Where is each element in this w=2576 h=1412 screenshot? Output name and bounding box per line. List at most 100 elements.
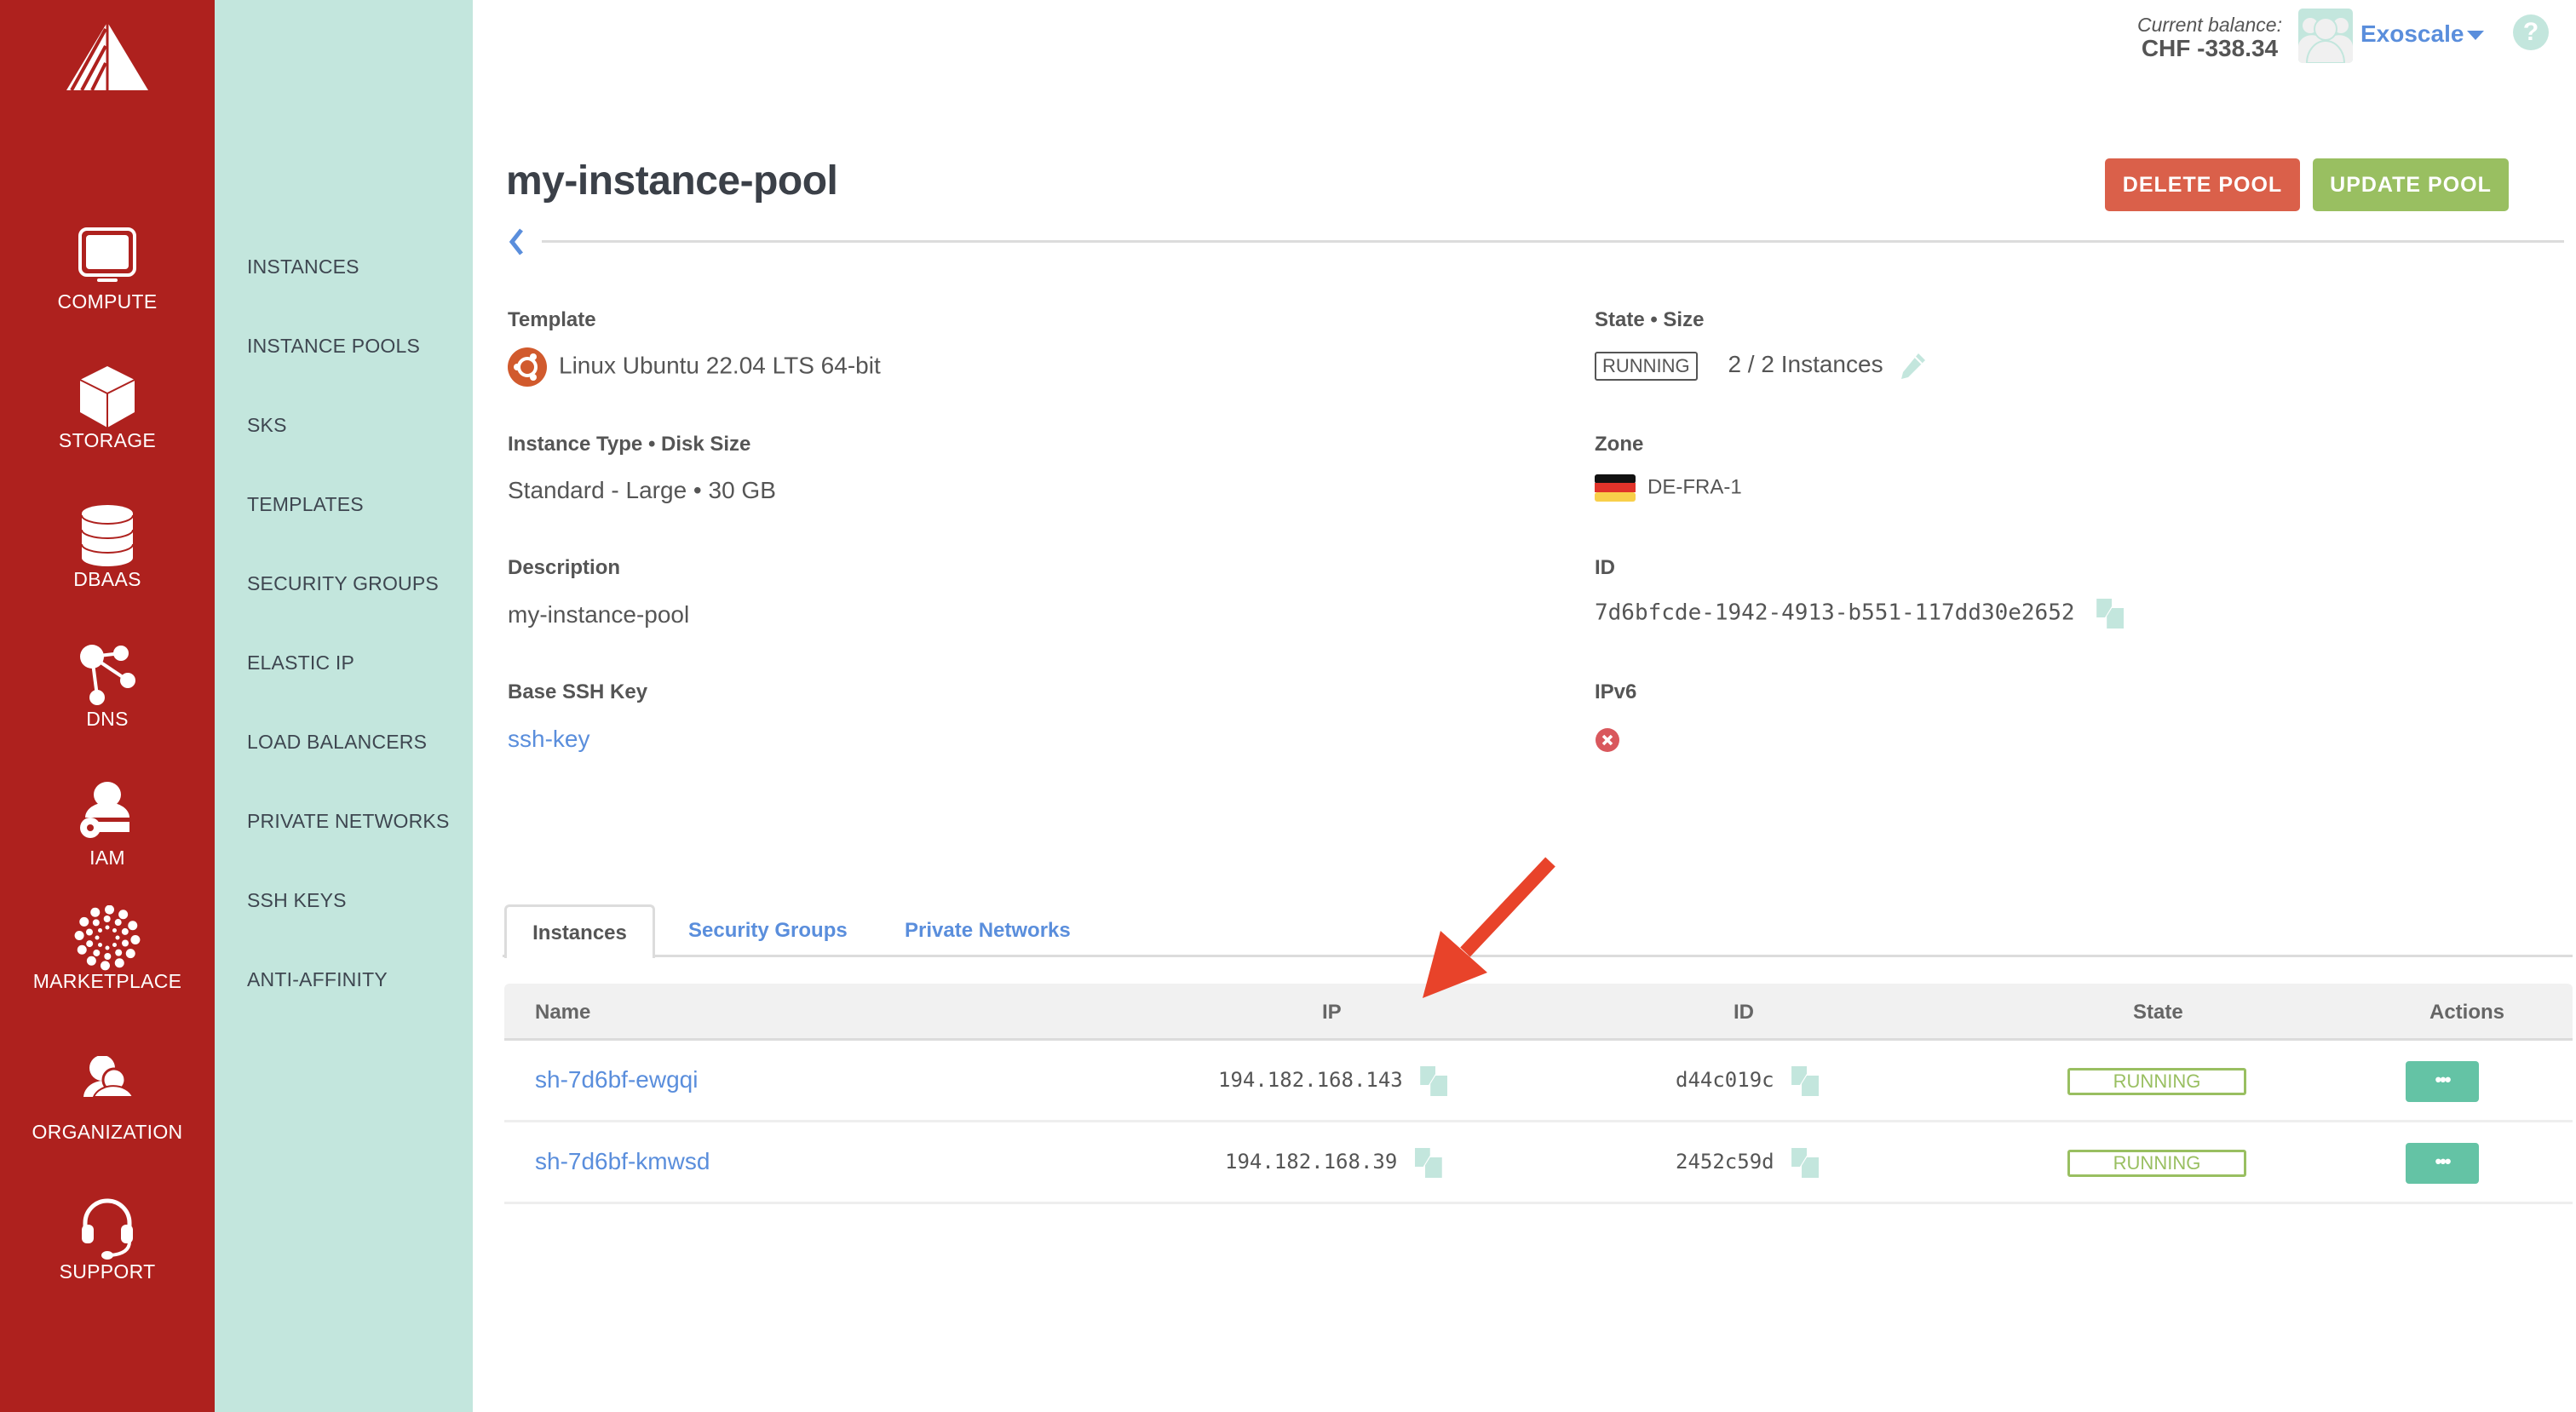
burst-dot [118, 910, 129, 920]
subnav-item-instances[interactable]: INSTANCES [247, 255, 359, 278]
pool-state-badge: RUNNING [1595, 351, 1698, 381]
column-header-state[interactable]: State [2133, 1001, 2183, 1025]
column-header-id[interactable]: ID [1734, 1001, 1754, 1025]
template-value: Linux Ubuntu 22.04 LTS 64-bit [508, 347, 881, 387]
copy-icon[interactable] [1414, 1148, 1444, 1178]
instance-name-link[interactable]: sh-7d6bf-kmwsd [535, 1148, 710, 1175]
tab-instances[interactable]: Instances [504, 904, 655, 958]
instance-actions-button[interactable]: ••• [2406, 1143, 2479, 1184]
headset-icon [82, 1198, 133, 1260]
balance-value: CHF -338.34 [2141, 35, 2279, 61]
annotation-arrow-shaft [1460, 857, 1555, 957]
instance-actions-button[interactable]: ••• [2406, 1061, 2479, 1102]
organization-dropdown[interactable]: Exoscale [2360, 20, 2485, 48]
users-icon [83, 1056, 135, 1098]
column-header-name[interactable]: Name [535, 1001, 590, 1025]
instance-type-label: Instance Type • Disk Size [508, 433, 751, 456]
rail-item-label: MARKETPLACE [32, 970, 182, 992]
burst-dot [98, 928, 103, 933]
rail-item-label: STORAGE [58, 429, 157, 451]
user-key-icon [80, 782, 129, 838]
rail-item-label: COMPUTE [57, 290, 158, 313]
rail-item-dbaas[interactable]: DBAAS [0, 503, 215, 631]
subnav-item-templates[interactable]: TEMPLATES [247, 493, 364, 516]
copy-icon[interactable] [1791, 1066, 1820, 1096]
back-chevron-icon[interactable] [508, 227, 526, 257]
share-nodes-icon [80, 645, 135, 705]
organization-avatar[interactable] [2298, 9, 2353, 63]
template-name: Linux Ubuntu 22.04 LTS 64-bit [559, 352, 881, 379]
ubuntu-logo-icon [508, 347, 547, 387]
database-icon [81, 505, 134, 566]
burst-dot [114, 958, 124, 968]
ssh-key-label: Base SSH Key [508, 680, 648, 703]
rail-item-organization[interactable]: ORGANIZATION [0, 1056, 215, 1184]
burst-dot [122, 939, 129, 947]
subnav-item-sks[interactable]: SKS [247, 414, 287, 437]
instance-id: d44c019c [1676, 1066, 1820, 1096]
exoscale-logo-icon[interactable] [66, 22, 148, 90]
update-pool-button[interactable]: UPDATE POOL [2313, 158, 2509, 211]
column-header-ip[interactable]: IP [1322, 1001, 1342, 1025]
description-value: my-instance-pool [508, 601, 690, 628]
burst-dot [130, 935, 141, 945]
pool-size: 2 / 2 Instances [1728, 351, 1883, 377]
id-label: ID [1595, 556, 1615, 579]
zone-name: DE-FRA-1 [1647, 475, 1742, 499]
rail-item-label: DNS [86, 708, 129, 730]
copy-icon[interactable] [2096, 599, 2125, 629]
burst-dot [95, 935, 100, 940]
state-size-value: RUNNING 2 / 2 Instances [1595, 351, 1927, 381]
rail-item-dns[interactable]: DNS [0, 643, 215, 771]
rail-item-support[interactable]: SUPPORT [0, 1196, 215, 1323]
pool-id: 7d6bfcde-1942-4913-b551-117dd30e2652 [1595, 600, 2075, 626]
rail-item-label: ORGANIZATION [32, 1121, 183, 1143]
delete-pool-button[interactable]: DELETE POOL [2105, 158, 2300, 211]
copy-icon[interactable] [1791, 1148, 1820, 1178]
edit-pencil-icon[interactable] [1898, 352, 1927, 381]
burst-dot [103, 916, 111, 923]
template-label: Template [508, 308, 596, 331]
rail-item-marketplace[interactable]: MARKETPLACE [0, 905, 215, 1033]
page-title: my-instance-pool [506, 158, 838, 204]
cube-icon [79, 366, 135, 428]
rail-item-label: DBAAS [73, 568, 141, 590]
rail-item-label: IAM [89, 847, 125, 869]
subnav-item-load-balancers[interactable]: LOAD BALANCERS [247, 731, 427, 754]
subnav-item-security-groups[interactable]: SECURITY GROUPS [247, 572, 439, 595]
organization-name: Exoscale [2360, 20, 2464, 47]
germany-flag-icon [1595, 474, 1636, 502]
instance-type-value: Standard - Large • 30 GB [508, 477, 776, 503]
burst-dot [112, 928, 117, 933]
rail-item-compute[interactable]: COMPUTE [0, 226, 215, 353]
subnav-item-private-networks[interactable]: PRIVATE NETWORKS [247, 810, 449, 833]
tab-private-networks[interactable]: Private Networks [905, 904, 1071, 957]
burst-dot [85, 928, 93, 936]
subnav-item-anti-affinity[interactable]: ANTI-AFFINITY [247, 968, 388, 991]
rail-item-iam[interactable]: IAM [0, 782, 215, 910]
copy-icon[interactable] [1420, 1066, 1449, 1096]
main-sidebar: COMPUTE STORAGE DBAAS DNS IAM MARKETPLAC… [0, 0, 215, 1412]
burst-dot [112, 942, 117, 947]
tab-security-groups[interactable]: Security Groups [688, 904, 848, 957]
burst-dot [100, 961, 110, 971]
instance-name-link[interactable]: sh-7d6bf-ewgqi [535, 1066, 698, 1093]
burst-dot [105, 945, 110, 950]
subnav-item-instance-pools[interactable]: INSTANCE POOLS [247, 335, 420, 358]
users-avatar-icon [2298, 17, 2353, 63]
instance-state-badge: RUNNING [2067, 1068, 2246, 1095]
balance-caption: Current balance: [2136, 14, 2282, 36]
table-row: sh-7d6bf-ewgqi 194.182.168.143 d44c019c … [504, 1041, 2573, 1122]
burst-dot [93, 949, 101, 956]
ssh-key-link[interactable]: ssh-key [508, 726, 589, 753]
burst-dot [92, 919, 100, 927]
burst-dot [128, 921, 138, 931]
burst-dot [77, 944, 87, 955]
ipv6-disabled-x-icon [1596, 728, 1619, 752]
subnav-item-elastic-ip[interactable]: ELASTIC IP [247, 651, 354, 674]
rail-item-label: SUPPORT [59, 1260, 156, 1283]
help-icon[interactable]: ? [2513, 14, 2549, 50]
subnav-item-ssh-keys[interactable]: SSH KEYS [247, 889, 347, 912]
burst-dot [115, 949, 123, 956]
rail-item-storage[interactable]: STORAGE [0, 364, 215, 492]
